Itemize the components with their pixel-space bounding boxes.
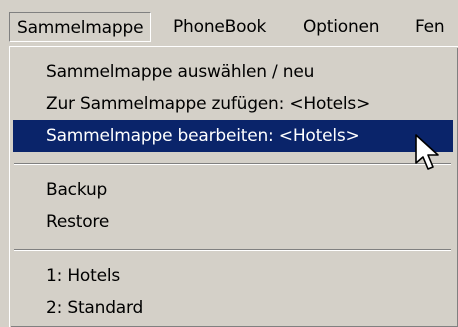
- menu-item-select-new[interactable]: Sammelmappe auswählen / neu: [13, 56, 453, 88]
- menu-item-edit-collection[interactable]: Sammelmappe bearbeiten: <Hotels>: [13, 120, 453, 152]
- menu-bar: Sammelmappe PhoneBook Optionen Fen: [0, 0, 458, 46]
- application-window: Sammelmappe PhoneBook Optionen Fen Samme…: [0, 0, 458, 327]
- menu-item-add-to-collection[interactable]: Zur Sammelmappe zufügen: <Hotels>: [13, 88, 453, 120]
- menu-item-backup[interactable]: Backup: [13, 174, 453, 206]
- arrow-pointer-icon: [415, 134, 439, 170]
- menu-separator: [14, 163, 451, 165]
- menu-fenster[interactable]: Fen: [408, 12, 451, 42]
- menu-sammelmappe[interactable]: Sammelmappe: [9, 12, 152, 42]
- menu-optionen[interactable]: Optionen: [296, 12, 386, 42]
- menu-separator: [14, 249, 451, 251]
- menu-phonebook[interactable]: PhoneBook: [166, 12, 273, 42]
- menu-item-restore[interactable]: Restore: [13, 206, 453, 238]
- menu-item-recent-hotels[interactable]: 1: Hotels: [13, 260, 453, 292]
- sammelmappe-dropdown-menu: Sammelmappe auswählen / neu Zur Sammelma…: [9, 46, 458, 327]
- menu-item-recent-standard[interactable]: 2: Standard: [13, 292, 453, 324]
